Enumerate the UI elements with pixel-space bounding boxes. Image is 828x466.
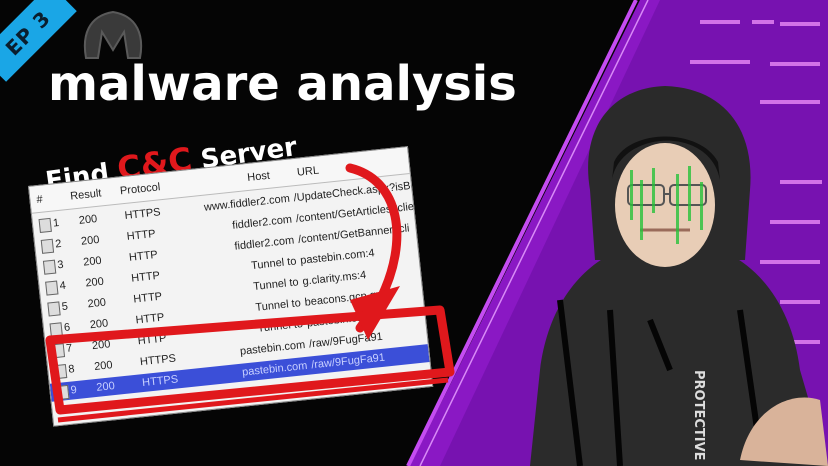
thumbnail: EP 3 malware analysis Find C&C Server # …	[0, 0, 828, 466]
presenter-photo: PROTECTIVE	[530, 86, 828, 466]
shirt-text: PROTECTIVE	[691, 370, 706, 461]
red-highlight-box	[45, 305, 455, 415]
